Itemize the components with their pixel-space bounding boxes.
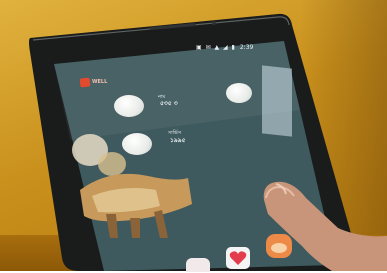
logo-text: WELL	[92, 79, 108, 85]
tile-1-value: ৫৩৫ ৩	[160, 100, 178, 107]
side-panel[interactable]	[262, 65, 292, 137]
logo-icon	[79, 77, 91, 87]
home-artwork	[72, 134, 192, 238]
status-time: 2:39	[239, 43, 254, 51]
app-logo: WELL	[79, 76, 122, 88]
status-bar: ▣ ✉ ▲ ◢ ▮ 2:39	[196, 42, 284, 52]
message-icon[interactable]	[186, 258, 210, 272]
user-finger	[263, 181, 387, 271]
heart-app-icon[interactable]	[226, 247, 250, 269]
tile-avatar-1[interactable]	[114, 95, 144, 117]
tile-avatar-3[interactable]	[226, 83, 252, 103]
phone-screen-content: ▣ ✉ ▲ ◢ ▮ 2:39 WELL নাম ৫৩৫ ৩ সার্ভিস ১৯…	[0, 0, 387, 272]
heart-glyph-icon	[229, 251, 247, 265]
status-icons: ▣ ✉ ▲ ◢ ▮	[196, 43, 236, 51]
